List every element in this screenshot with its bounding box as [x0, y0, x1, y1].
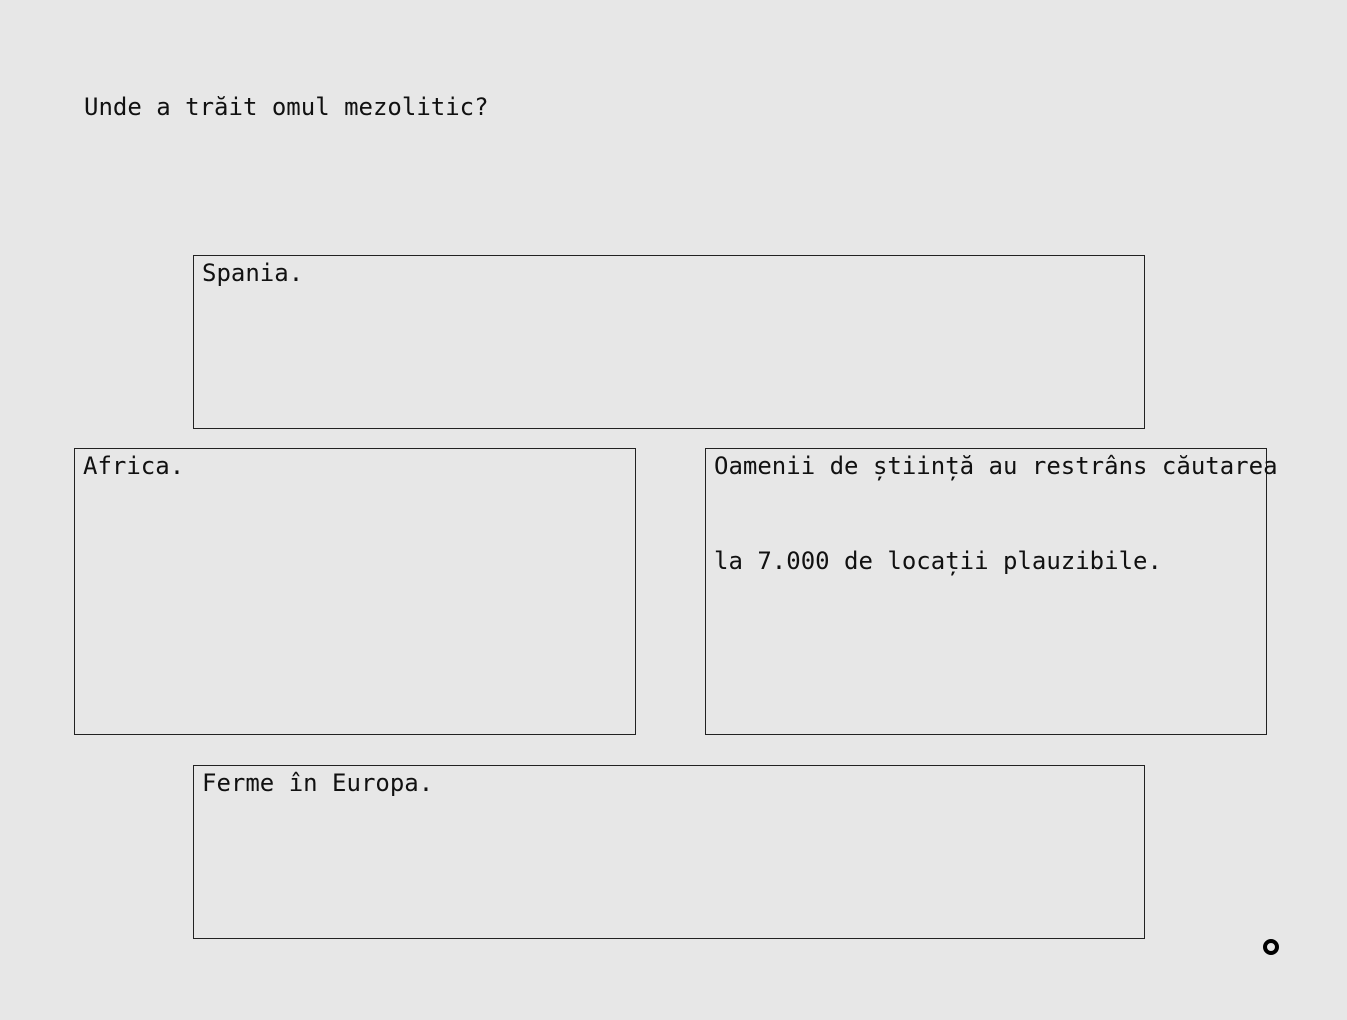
answer-option-scientists[interactable]: Oamenii de știință au restrâns căutarea …: [705, 448, 1278, 735]
answer-option-label: Africa.: [83, 452, 185, 480]
answer-option-label-line-1: Oamenii de știință au restrâns căutarea: [714, 452, 1278, 480]
answer-option-label: Ferme în Europa.: [202, 769, 434, 797]
answer-option-label-line-2: la 7.000 de locații plauzibile.: [714, 547, 1162, 575]
ring-icon[interactable]: [1263, 939, 1279, 955]
answer-option-ferme-europa[interactable]: Ferme în Europa.: [193, 765, 1145, 939]
answer-option-label: Spania.: [202, 259, 304, 287]
answer-option-africa[interactable]: Africa.: [74, 448, 636, 735]
question-text: Unde a trăit omul mezolitic?: [84, 93, 489, 121]
answer-option-spania[interactable]: Spania.: [193, 255, 1145, 429]
